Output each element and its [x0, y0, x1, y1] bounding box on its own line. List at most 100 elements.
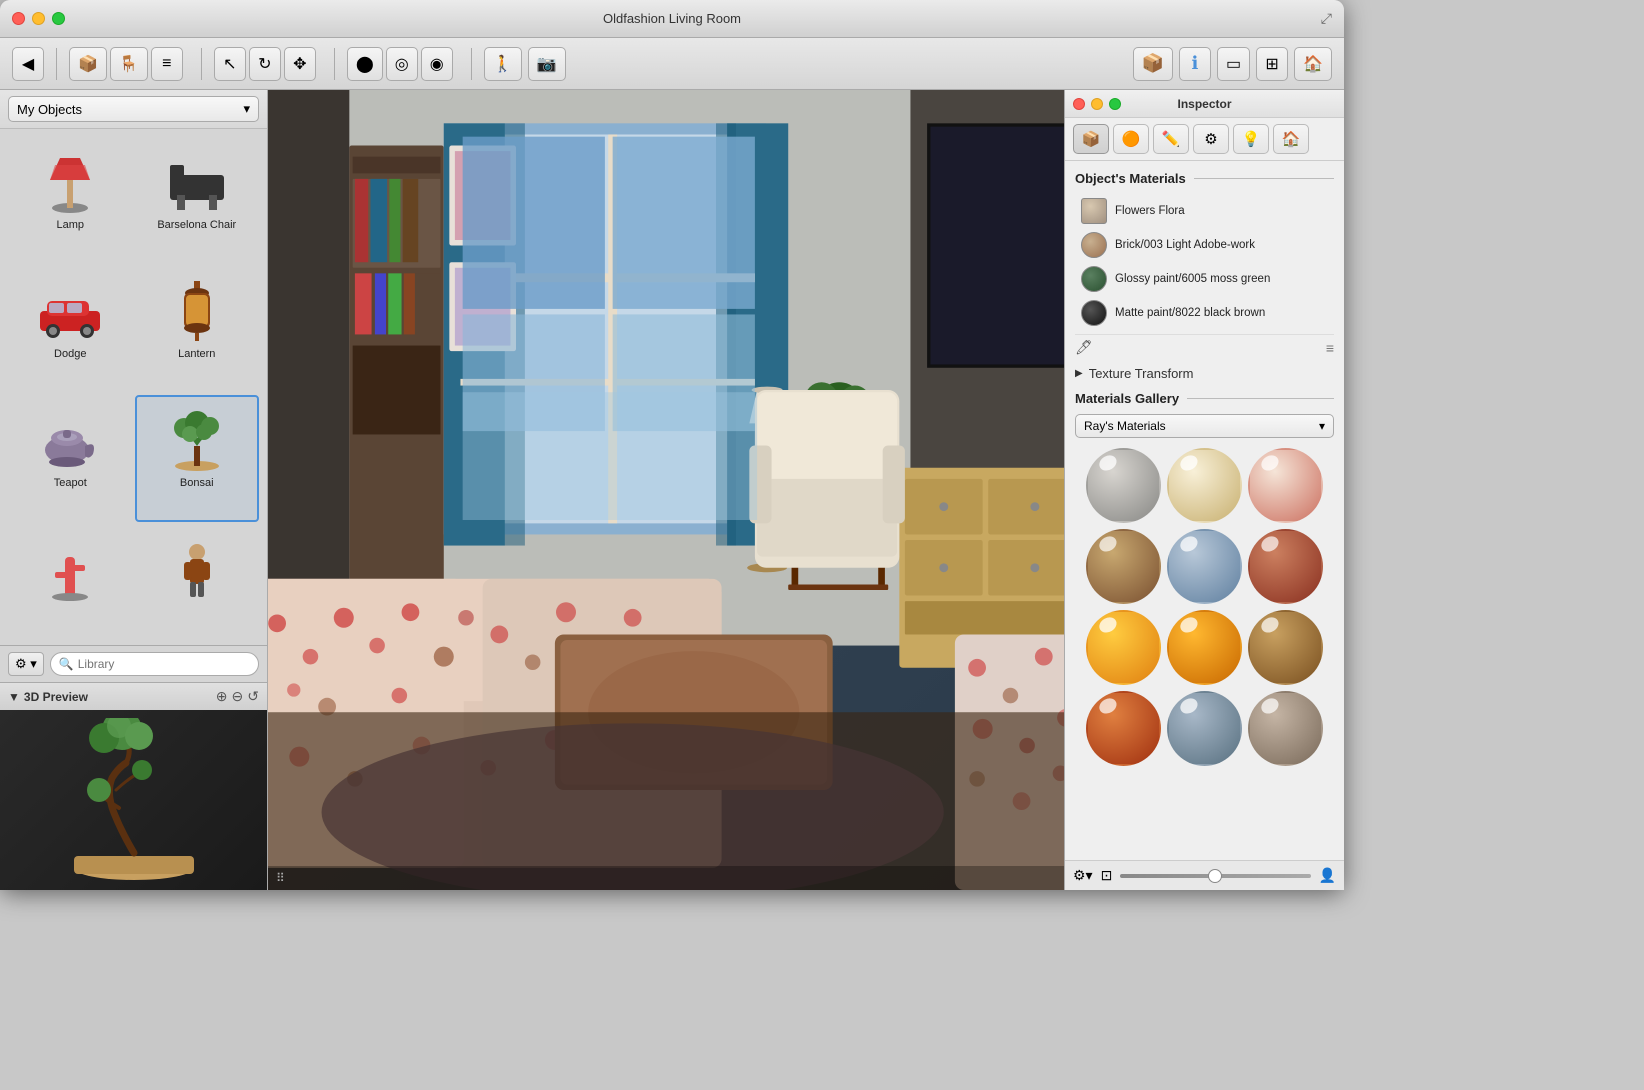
objects-dropdown[interactable]: My Objects ▾ — [8, 96, 259, 122]
teapot-label: Teapot — [54, 477, 87, 489]
sphere-orange2[interactable] — [1167, 610, 1242, 685]
slider-wrap — [1120, 874, 1310, 878]
sphere-orange-texture[interactable] — [1086, 691, 1161, 766]
inspector-tab-lights[interactable]: 💡 — [1233, 124, 1269, 154]
sphere-rust-texture[interactable] — [1248, 529, 1323, 604]
info-button[interactable]: ℹ — [1179, 47, 1211, 81]
main-layout: My Objects ▾ Lamp — [0, 90, 1344, 890]
moss-swatch — [1081, 266, 1107, 292]
inspector-tab-materials[interactable]: 🟠 — [1113, 124, 1149, 154]
drag-handle-icon[interactable]: ⠿ — [276, 871, 285, 885]
sphere-red-floral[interactable] — [1248, 448, 1323, 523]
object-item-chair[interactable]: Barselona Chair — [135, 137, 260, 264]
back-button[interactable]: ◀ — [12, 47, 44, 81]
lantern-icon — [157, 276, 237, 346]
main-toolbar: ◀ 📦 🪑 ≡ ↖ ↻ ✥ ⬤ ◎ ◉ 🚶 📷 📦 ℹ ▭ ⊞ 🏠 — [0, 38, 1344, 90]
rotate-tool[interactable]: ↻ — [249, 47, 281, 81]
sphere-beige-floral[interactable] — [1167, 448, 1242, 523]
texture-transform-label: Texture Transform — [1089, 366, 1194, 381]
flowers-flora-text: Flowers Flora — [1115, 204, 1185, 219]
sphere-blue-gray[interactable] — [1167, 691, 1242, 766]
center-viewport: ⠿ — [268, 90, 1064, 890]
bottom-frame-icon[interactable]: ⊡ — [1101, 867, 1113, 884]
search-bar: ⚙ ▾ 🔍 — [0, 645, 267, 682]
sphere-brown-damask[interactable] — [1086, 529, 1161, 604]
render-btn3[interactable]: ◉ — [421, 47, 453, 81]
sphere-orange1[interactable] — [1086, 610, 1161, 685]
select-tool[interactable]: ↖ — [214, 47, 246, 81]
render-btn2[interactable]: ◎ — [386, 47, 418, 81]
sphere-gray-floral[interactable] — [1086, 448, 1161, 523]
zoom-in-button[interactable]: ⊕ — [216, 688, 228, 705]
sphere-blue-argyle[interactable] — [1167, 529, 1242, 604]
sidebar-gear-button[interactable]: ⚙ ▾ — [8, 652, 44, 676]
library-button[interactable]: 📦 — [69, 47, 107, 81]
object-item-extra1[interactable] — [8, 524, 133, 637]
inspector-maximize[interactable] — [1109, 98, 1121, 110]
lamp-label: Lamp — [56, 219, 84, 231]
expand-icon[interactable]: ⤢ — [1321, 10, 1332, 26]
dodge-label: Dodge — [54, 348, 86, 360]
object-item-teapot[interactable]: Teapot — [8, 395, 133, 522]
search-input[interactable] — [78, 657, 250, 671]
object-item-bonsai[interactable]: Bonsai — [135, 395, 260, 522]
title-bar: Oldfashion Living Room ⤢ — [0, 0, 1344, 38]
flowers-flora-header[interactable]: Flowers Flora — [1075, 194, 1334, 228]
pencil-icon[interactable]: 🖊 — [1075, 339, 1093, 356]
maximize-button[interactable] — [52, 12, 65, 25]
object-item-lantern[interactable]: Lantern — [135, 266, 260, 393]
preview-canvas — [0, 710, 267, 890]
object-item-dodge[interactable]: Dodge — [8, 266, 133, 393]
render-btn1[interactable]: ⬤ — [347, 47, 383, 81]
material-item-black[interactable]: Matte paint/8022 black brown — [1075, 296, 1334, 330]
inspector-tab-edit[interactable]: ✏️ — [1153, 124, 1189, 154]
camera-tool[interactable]: 📷 — [528, 47, 566, 81]
brick-text: Brick/003 Light Adobe-work — [1115, 238, 1255, 253]
objects-header: My Objects ▾ — [0, 90, 267, 129]
panel-button[interactable]: ▭ — [1217, 47, 1250, 81]
box-tool[interactable]: 📦 — [1133, 47, 1173, 81]
traffic-lights — [12, 12, 65, 25]
slider-thumb[interactable] — [1208, 869, 1222, 883]
bottom-person-icon[interactable]: 👤 — [1319, 867, 1336, 884]
zoom-out-button[interactable]: ⊖ — [232, 688, 244, 705]
rooms-button[interactable]: ⊞ — [1256, 47, 1288, 81]
grab-tool[interactable]: ✥ — [284, 47, 316, 81]
inspector-tab-house[interactable]: 🏠 — [1273, 124, 1309, 154]
list-button[interactable]: ≡ — [151, 47, 183, 81]
bottom-gear-button[interactable]: ⚙▾ — [1073, 867, 1093, 884]
preview-controls: ⊕ ⊖ ↺ — [216, 688, 259, 705]
sphere-taupe[interactable] — [1248, 691, 1323, 766]
inspector-tab-settings[interactable]: ⚙ — [1193, 124, 1229, 154]
object-item-lamp[interactable]: Lamp — [8, 137, 133, 264]
inspector-minimize[interactable] — [1091, 98, 1103, 110]
opacity-slider[interactable] — [1120, 874, 1310, 878]
materials-row-4 — [1075, 691, 1334, 766]
objects-grid: Lamp Barselona Chair — [0, 129, 267, 645]
menu-icon[interactable]: ≡ — [1326, 340, 1334, 356]
object-button[interactable]: 🪑 — [110, 47, 148, 81]
walk-tool[interactable]: 🚶 — [484, 47, 522, 81]
preview-header[interactable]: ▼ 3D Preview ⊕ ⊖ ↺ — [0, 683, 267, 710]
flowers-flora-label: Flowers Flora — [1115, 204, 1185, 219]
inspector-titlebar: Inspector — [1065, 90, 1344, 118]
texture-transform-row[interactable]: ▶ Texture Transform — [1075, 360, 1334, 387]
lantern-label: Lantern — [178, 348, 215, 360]
inspector-content: Object's Materials Flowers Flora Brick/0… — [1065, 161, 1344, 860]
inspector-close[interactable] — [1073, 98, 1085, 110]
materials-row-2 — [1075, 529, 1334, 604]
close-button[interactable] — [12, 12, 25, 25]
material-item-moss[interactable]: Glossy paint/6005 moss green — [1075, 262, 1334, 296]
object-item-extra2[interactable] — [135, 524, 260, 637]
gallery-select[interactable]: Ray's Materials ▾ — [1075, 414, 1334, 438]
home-button[interactable]: 🏠 — [1294, 47, 1332, 81]
bonsai-icon — [157, 405, 237, 475]
refresh-button[interactable]: ↺ — [247, 688, 259, 705]
minimize-button[interactable] — [32, 12, 45, 25]
inspector-traffic-lights — [1073, 98, 1121, 110]
inspector-tab-objects[interactable]: 📦 — [1073, 124, 1109, 154]
sphere-tan-wood[interactable] — [1248, 610, 1323, 685]
toolbar-sep-2 — [201, 48, 202, 80]
material-item-brick[interactable]: Brick/003 Light Adobe-work — [1075, 228, 1334, 262]
black-text: Matte paint/8022 black brown — [1115, 306, 1265, 321]
